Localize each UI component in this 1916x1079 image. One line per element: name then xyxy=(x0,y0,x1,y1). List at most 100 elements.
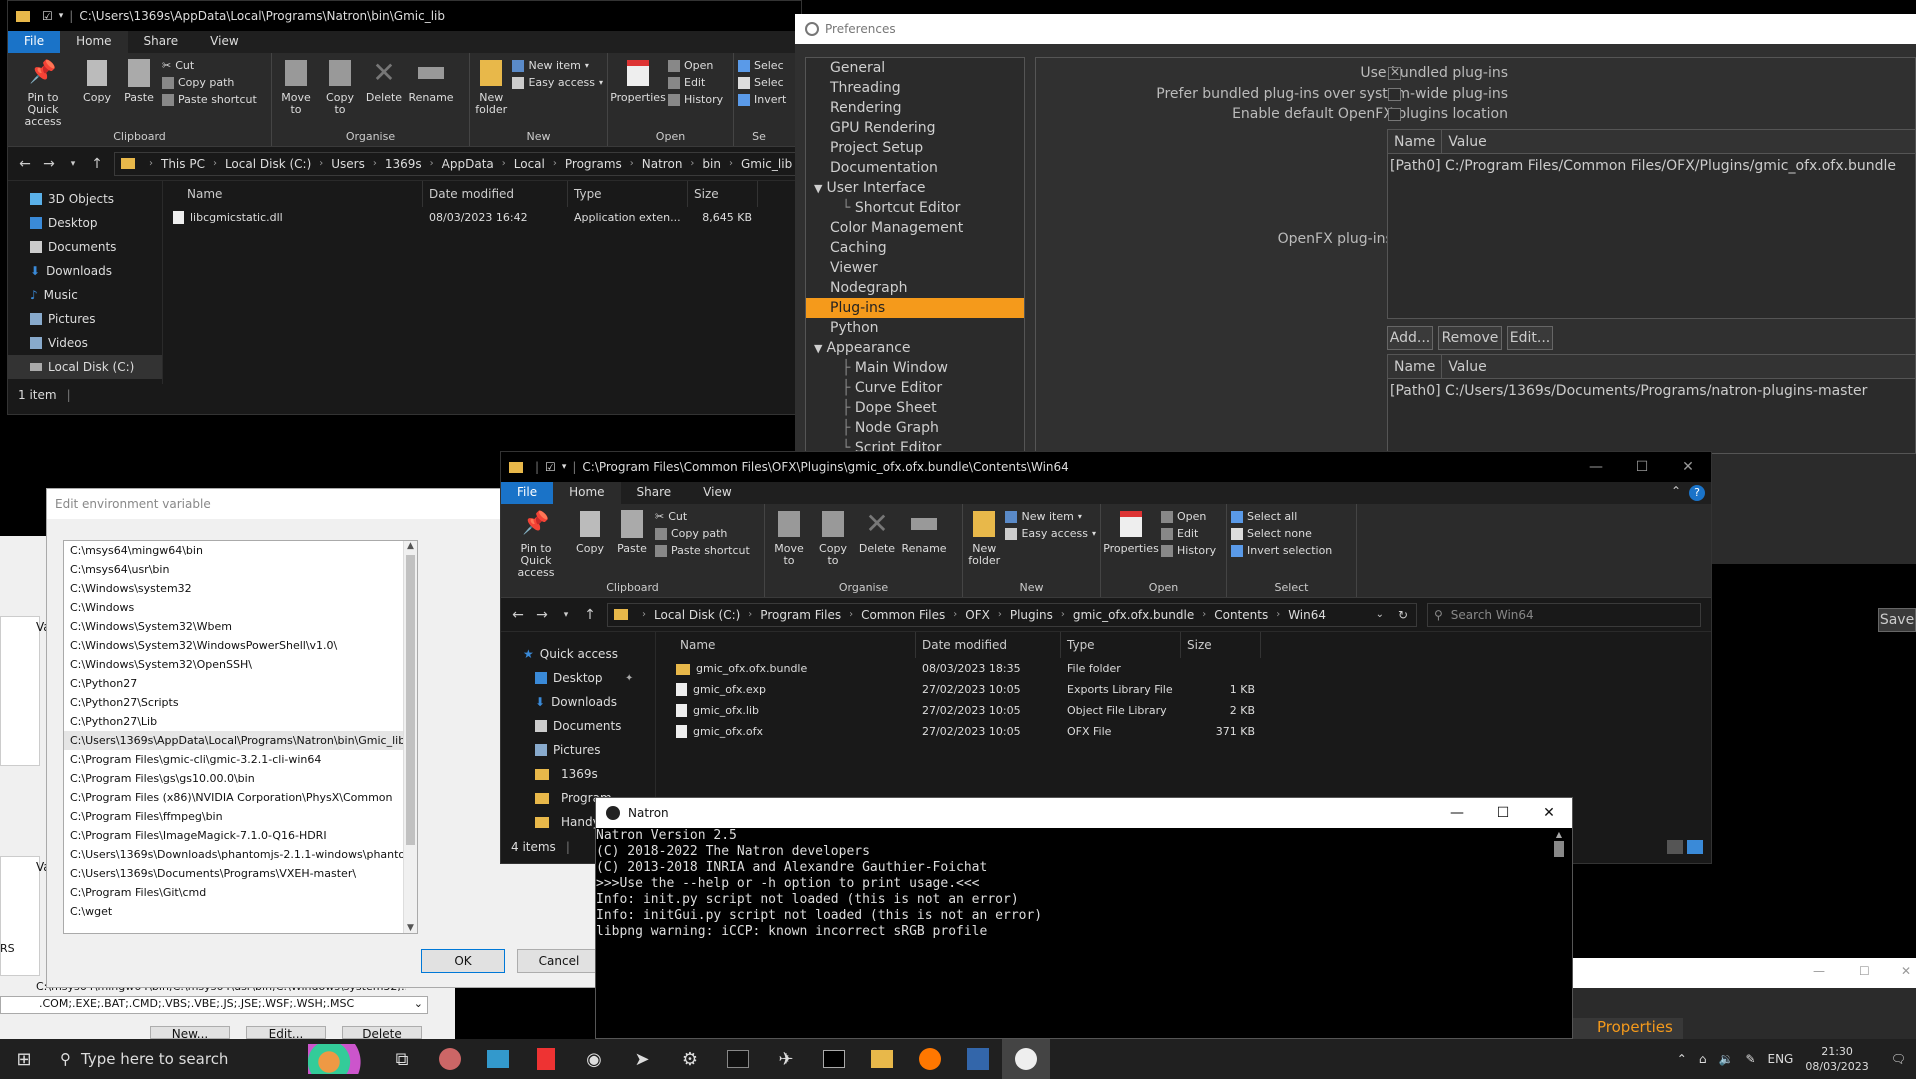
tab-file[interactable]: File xyxy=(501,482,554,504)
recent-dropdown-icon[interactable]: ▾ xyxy=(66,159,80,169)
tree-item-nodegraph[interactable]: Nodegraph xyxy=(806,278,1024,298)
tree-item-caching[interactable]: Caching xyxy=(806,238,1024,258)
edit-button[interactable]: Edit xyxy=(668,76,723,89)
column-name[interactable]: Name xyxy=(163,181,423,207)
nav-item-desktop[interactable]: Desktop xyxy=(8,211,162,235)
tab-view[interactable]: View xyxy=(194,31,254,53)
pathext-var-row[interactable]: .COM;.EXE;.BAT;.CMD;.VBS;.VBE;.JS;.JSE;.… xyxy=(0,996,428,1014)
nav-item-documents[interactable]: Documents xyxy=(501,714,655,738)
maximize-icon[interactable]: ☐ xyxy=(1859,964,1870,978)
tab-share[interactable]: Share xyxy=(128,31,195,53)
breadcrumb-item[interactable]: Local Disk (C:) xyxy=(654,608,740,622)
tree-item-viewer[interactable]: Viewer xyxy=(806,258,1024,278)
cursor-app-icon[interactable]: ➤ xyxy=(618,1039,666,1079)
edit-button[interactable]: Edit xyxy=(1161,527,1216,540)
select-none-button[interactable]: Selec xyxy=(738,76,786,89)
nav-item-pictures[interactable]: Pictures xyxy=(501,738,655,762)
new-item-button[interactable]: New item ▾ xyxy=(512,59,603,72)
nav-item-desktop[interactable]: Desktop ✦ xyxy=(501,666,655,690)
breadcrumb-item[interactable]: OFX xyxy=(965,608,990,622)
breadcrumb-item[interactable]: Natron xyxy=(642,157,683,171)
ok-button[interactable]: OK xyxy=(421,949,505,973)
help-icon[interactable]: ? xyxy=(1689,485,1705,501)
paste-shortcut-button[interactable]: Paste shortcut xyxy=(655,544,750,557)
tree-item-main-window[interactable]: ├ Main Window xyxy=(806,358,1024,378)
cancel-button[interactable]: Cancel xyxy=(517,949,601,973)
file-row[interactable]: gmic_ofx.exp 27/02/2023 10:05 Exports Li… xyxy=(656,679,1711,700)
up-arrow-icon[interactable]: ↑ xyxy=(583,607,597,623)
maximize-icon[interactable]: ☐ xyxy=(1619,459,1665,475)
file-row[interactable]: gmic_ofx.lib 27/02/2023 10:05 Object Fil… xyxy=(656,700,1711,721)
open-button[interactable]: Open xyxy=(668,59,723,72)
list-item[interactable]: C:\Python27\Scripts xyxy=(64,693,417,712)
python-path-table[interactable]: Name Value [Path0] C:/Users/1369s/Documen… xyxy=(1387,354,1916,454)
easy-access-button[interactable]: Easy access ▾ xyxy=(512,76,603,89)
list-item[interactable]: C:\Program Files\gmic-cli\gmic-3.2.1-cli… xyxy=(64,750,417,769)
list-item[interactable]: C:\msys64\mingw64\bin xyxy=(64,541,417,560)
list-item[interactable]: C:\msys64\usr\bin xyxy=(64,560,417,579)
qat-check-icon[interactable]: ☑ xyxy=(42,9,53,23)
large-icons-view-icon[interactable] xyxy=(1687,840,1703,854)
column-type[interactable]: Type xyxy=(568,181,688,207)
app-icon-2[interactable] xyxy=(474,1039,522,1079)
nav-item-quick-access[interactable]: ★ Quick access xyxy=(501,642,655,666)
history-button[interactable]: History xyxy=(668,93,723,106)
column-type[interactable]: Type xyxy=(1061,632,1181,658)
select-all-button[interactable]: Selec xyxy=(738,59,786,72)
close-icon[interactable]: ✕ xyxy=(1901,964,1911,978)
terminal-icon[interactable] xyxy=(714,1039,762,1079)
command-prompt-icon[interactable] xyxy=(810,1039,858,1079)
search-path-table[interactable]: Name Value [Path0] C:/Program Files/Commo… xyxy=(1387,129,1916,319)
scroll-thumb[interactable] xyxy=(1554,841,1564,857)
list-item[interactable]: C:\Users\1369s\Documents\Programs\VXEH-m… xyxy=(64,864,417,883)
list-item[interactable]: C:\Program Files (x86)\NVIDIA Corporatio… xyxy=(64,788,417,807)
notification-icon[interactable]: 🗨 xyxy=(1891,1052,1906,1066)
breadcrumb-item[interactable]: Users xyxy=(331,157,365,171)
list-item-selected[interactable]: C:\Users\1369s\AppData\Local\Programs\Na… xyxy=(64,731,417,750)
column-size[interactable]: Size xyxy=(688,181,758,207)
recent-dropdown-icon[interactable]: ▾ xyxy=(559,610,573,620)
breadcrumb-item[interactable]: gmic_ofx.ofx.bundle xyxy=(1073,608,1194,622)
list-item[interactable]: C:\Program Files\gs\gs10.00.0\bin xyxy=(64,769,417,788)
edit-path-button[interactable]: Edit... xyxy=(1507,326,1553,350)
breadcrumb-item[interactable]: 1369s xyxy=(385,157,422,171)
open-button[interactable]: Open xyxy=(1161,510,1216,523)
list-item[interactable]: C:\Python27 xyxy=(64,674,417,693)
prefer-bundled-checkbox[interactable] xyxy=(1388,88,1401,101)
tree-item-node-graph[interactable]: ├ Node Graph xyxy=(806,418,1024,438)
nav-item-1369s[interactable]: 1369s xyxy=(501,762,655,786)
search-box[interactable]: ⚲ Search Win64 xyxy=(1427,602,1701,627)
language-indicator[interactable]: ENG xyxy=(1768,1052,1794,1066)
cut-button[interactable]: ✂ Cut xyxy=(162,59,257,72)
tree-item-python[interactable]: Python xyxy=(806,318,1024,338)
list-item[interactable]: C:\wget xyxy=(64,902,417,921)
search-path-row[interactable]: [Path0] C:/Program Files/Common Files/OF… xyxy=(1388,154,1915,178)
tree-item-general[interactable]: General xyxy=(806,58,1024,78)
nav-item-3d-objects[interactable]: 3D Objects xyxy=(8,187,162,211)
nav-item-pictures[interactable]: Pictures xyxy=(8,307,162,331)
breadcrumb-item[interactable]: Program Files xyxy=(760,608,841,622)
nav-item-downloads[interactable]: ⬇ Downloads xyxy=(8,259,162,283)
breadcrumb-item[interactable]: Local Disk (C:) xyxy=(225,157,311,171)
network-icon[interactable]: ⌂ xyxy=(1699,1052,1707,1066)
list-item[interactable]: C:\Windows\system32 xyxy=(64,579,417,598)
tab-home[interactable]: Home xyxy=(553,482,621,504)
list-item[interactable]: C:\Windows\System32\Wbem xyxy=(64,617,417,636)
list-item[interactable]: C:\Windows\System32\WindowsPowerShell\v1… xyxy=(64,636,417,655)
tree-item-appearance[interactable]: ▼ Appearance xyxy=(806,338,1024,358)
tree-item-gpu-rendering[interactable]: GPU Rendering xyxy=(806,118,1024,138)
tab-share[interactable]: Share xyxy=(621,482,688,504)
app-icon-1[interactable] xyxy=(426,1039,474,1079)
app-icon-3[interactable]: ◉ xyxy=(570,1039,618,1079)
taskbar-search[interactable]: ⚲ Type here to search xyxy=(48,1039,308,1079)
app-icon-4[interactable]: ✈ xyxy=(762,1039,810,1079)
scroll-thumb[interactable] xyxy=(406,555,415,845)
column-date-modified[interactable]: Date modified xyxy=(916,632,1061,658)
breadcrumb-item[interactable]: AppData xyxy=(442,157,494,171)
breadcrumb-item[interactable]: Common Files xyxy=(861,608,945,622)
add-path-button[interactable]: Add... xyxy=(1387,326,1433,350)
list-item[interactable]: C:\Windows xyxy=(64,598,417,617)
up-arrow-icon[interactable]: ↑ xyxy=(90,156,104,172)
back-arrow-icon[interactable]: ← xyxy=(511,607,525,623)
chevron-up-icon[interactable]: ⌃ xyxy=(1677,1052,1687,1066)
